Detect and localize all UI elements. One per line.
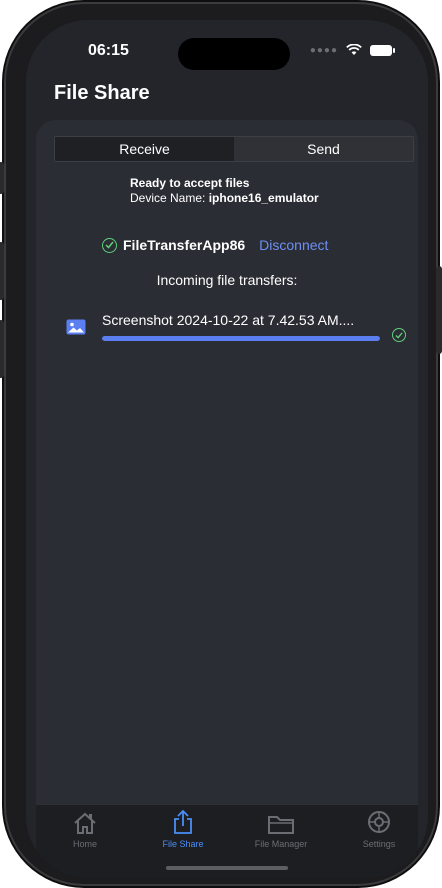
tab-settings-label: Settings bbox=[362, 839, 396, 849]
wifi-icon bbox=[346, 44, 362, 55]
connected-check-icon bbox=[102, 237, 117, 253]
share-icon bbox=[138, 809, 228, 835]
disconnect-button[interactable]: Disconnect bbox=[259, 237, 328, 253]
tab-home-label: Home bbox=[72, 839, 97, 849]
mode-segmented-control: Receive Send bbox=[54, 136, 414, 162]
home-indicator bbox=[166, 866, 288, 870]
connected-peer-name: FileTransferApp86 bbox=[123, 237, 246, 253]
tab-file-share-label: File Share bbox=[162, 839, 204, 849]
folder-icon bbox=[236, 809, 326, 835]
phone-frame: 06:15 ●●●● File Share Receive Send Ready… bbox=[0, 4, 442, 884]
cellular-signal-icon: ●●●● bbox=[309, 44, 338, 56]
connection-row: FileTransferApp86 Disconnect bbox=[102, 237, 328, 253]
tab-file-manager-label: File Manager bbox=[254, 839, 308, 849]
mute-switch bbox=[0, 162, 4, 194]
dynamic-island bbox=[178, 38, 290, 70]
incoming-transfers-label: Incoming file transfers: bbox=[156, 272, 298, 288]
device-name-line: Device Name: iphone16_emulator bbox=[130, 191, 319, 206]
transfer-list-item[interactable]: Screenshot 2024-10-22 at 7.42.53 AM.... bbox=[66, 312, 410, 352]
power-button bbox=[436, 266, 442, 354]
status-time: 06:15 bbox=[88, 42, 129, 59]
tab-home[interactable]: Home bbox=[40, 809, 130, 849]
transfer-complete-icon bbox=[392, 328, 406, 342]
home-icon bbox=[40, 809, 130, 835]
tab-settings[interactable]: Settings bbox=[334, 809, 424, 849]
receive-status: Ready to accept files Device Name: iphon… bbox=[130, 176, 319, 206]
volume-down-button bbox=[0, 320, 4, 378]
transfer-progress-bar bbox=[102, 336, 380, 341]
volume-up-button bbox=[0, 242, 4, 300]
ready-status-text: Ready to accept files bbox=[130, 176, 250, 190]
status-icons: ●●●● bbox=[309, 44, 395, 56]
screen: 06:15 ●●●● File Share Receive Send Ready… bbox=[26, 20, 428, 878]
device-name-value: iphone16_emulator bbox=[208, 191, 319, 205]
tab-file-share[interactable]: File Share bbox=[138, 809, 228, 849]
device-name-label: Device Name: bbox=[130, 191, 209, 205]
gear-icon bbox=[334, 809, 424, 835]
image-file-icon bbox=[66, 319, 86, 335]
file-share-panel: Receive Send Ready to accept files Devic… bbox=[36, 120, 418, 810]
send-tab[interactable]: Send bbox=[234, 137, 413, 161]
transfer-progress-fill bbox=[102, 336, 380, 341]
battery-icon bbox=[370, 44, 395, 56]
receive-tab[interactable]: Receive bbox=[55, 137, 234, 161]
transfer-file-name: Screenshot 2024-10-22 at 7.42.53 AM.... bbox=[102, 312, 355, 328]
page-title: File Share bbox=[54, 82, 150, 104]
tab-file-manager[interactable]: File Manager bbox=[236, 809, 326, 849]
